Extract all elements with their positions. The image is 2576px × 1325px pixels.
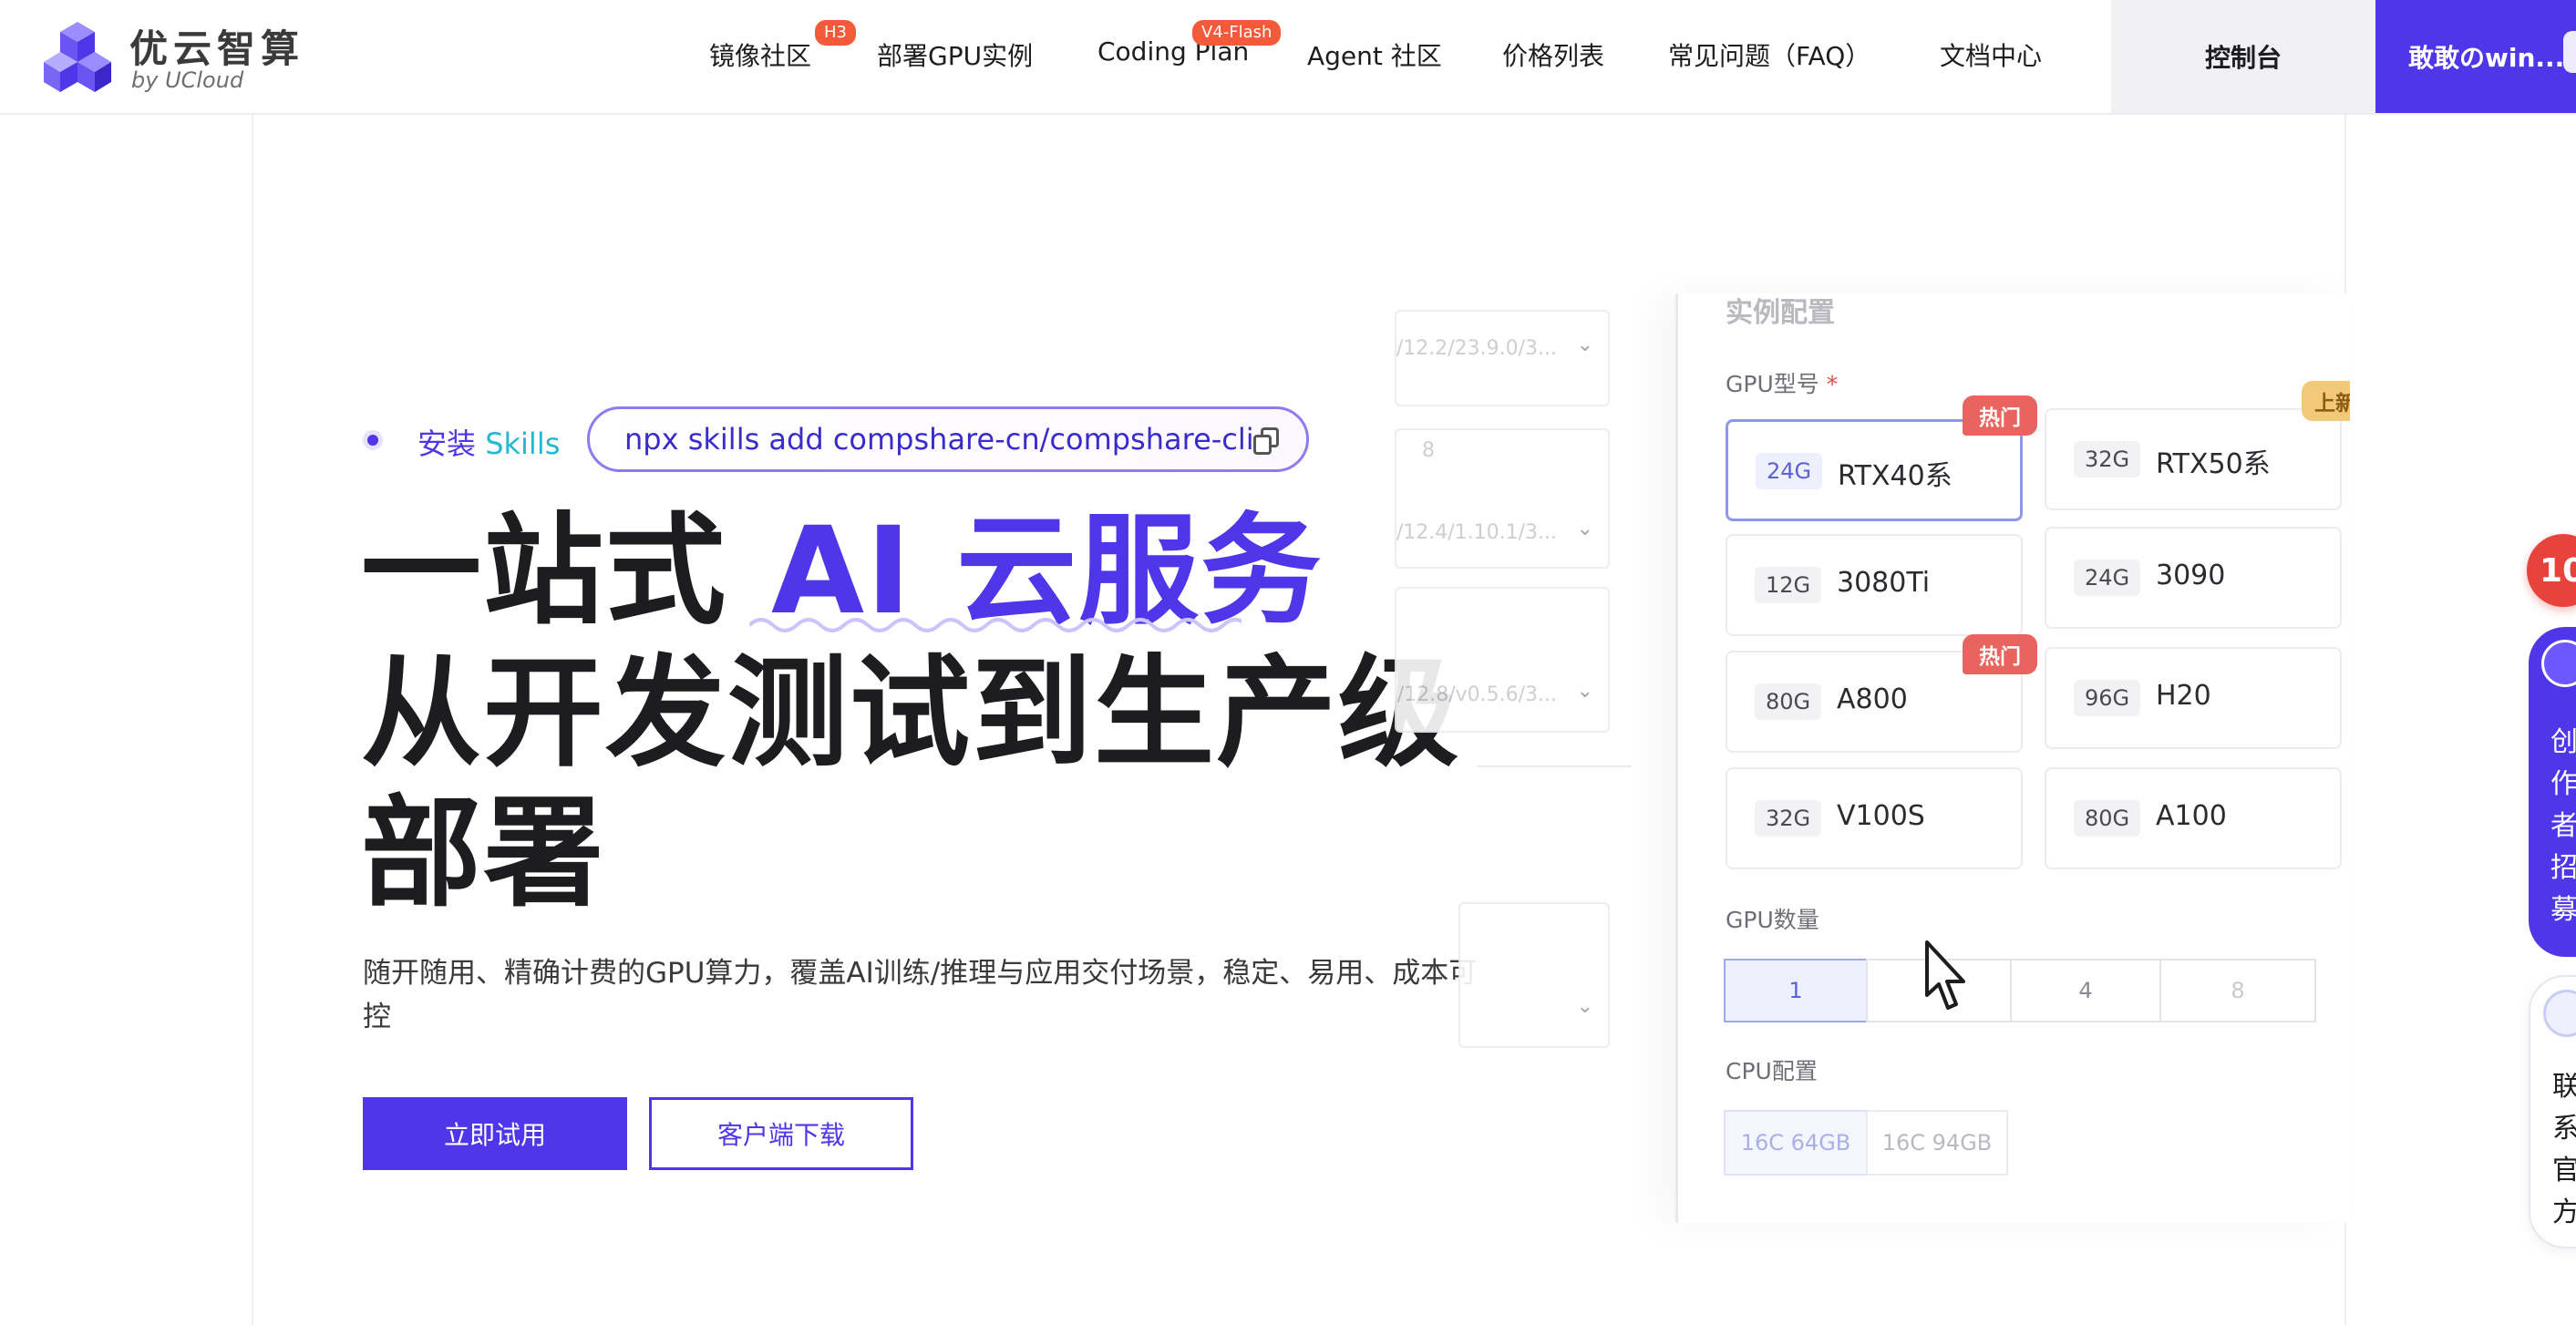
contact-icon (2543, 990, 2576, 1037)
try-now-button[interactable]: 立即试用 (363, 1097, 627, 1170)
gpu-mem: 96G (2074, 680, 2141, 716)
mouse-cursor-icon (1925, 940, 1965, 1010)
install-prefix: 安装 (417, 426, 486, 461)
instance-config-panel: 实例配置 GPU型号 * 24G RTX40系 热门 32G RTX50系 上新… (1675, 293, 2350, 1223)
brand-subtitle: by UCloud (131, 67, 244, 93)
nav-item-agent-community[interactable]: Agent 社区 (1307, 36, 1442, 73)
gpu-mem: 24G (2074, 560, 2141, 596)
install-skills-row: 安装 Skills npx skills add compshare-cn/co… (363, 406, 1311, 472)
gpu-name: A100 (2156, 800, 2227, 832)
gpu-model-label: GPU型号 * (1726, 366, 1838, 399)
gpu-card-a100[interactable]: 80G A100 (2045, 767, 2342, 869)
hot-badge: 热门 (1963, 634, 2037, 674)
user-name: 敢敢のwin... (2408, 43, 2565, 73)
ghost-select-2: 8 /12.4/1.10.1/3... ⌄ (1395, 428, 1610, 569)
status-dot-icon (363, 430, 383, 450)
ghost-stub-top: 8 (1422, 439, 1435, 462)
gpu-model-label-text: GPU型号 (1726, 371, 1819, 397)
content-frame-left (252, 115, 253, 1325)
skills-word: Skills (485, 426, 561, 461)
ghost-select-4: ⌄ (1458, 902, 1610, 1048)
nav-badge-h3: H3 (815, 20, 856, 46)
gpu-name: RTX50系 (2156, 448, 2271, 480)
chevron-down-icon: ⌄ (1576, 995, 1593, 1018)
required-mark: * (1826, 371, 1839, 397)
gpu-card-3080ti[interactable]: 12G 3080Ti (1726, 534, 2023, 636)
floating-promo-badge[interactable]: 10 (2527, 534, 2576, 607)
copy-icon[interactable] (1253, 427, 1281, 455)
gpu-name: 3090 (2156, 560, 2226, 591)
user-menu-button[interactable]: 敢敢のwin... (2375, 0, 2576, 113)
brand-logo[interactable]: 优云智算 by UCloud (44, 16, 308, 98)
gpu-card-v100s[interactable]: 32G V100S (1726, 767, 2023, 869)
gpu-mem: 32G (1755, 800, 1822, 837)
new-badge: 上新 (2302, 381, 2350, 421)
gpu-name: V100S (1837, 800, 1925, 832)
gpu-name: A800 (1837, 683, 1908, 715)
gpu-mem: 24G (1756, 453, 1823, 489)
nav-item-mirror-community[interactable]: 镜像社区 (709, 36, 811, 73)
install-command-pill[interactable]: npx skills add compshare-cn/compshare-cl… (587, 406, 1309, 472)
contact-official-widget[interactable]: 联系官方 (2529, 975, 2576, 1248)
chevron-down-icon: ⌄ (1576, 518, 1593, 540)
gpu-card-h20[interactable]: 96G H20 (2045, 647, 2342, 749)
ghost-select-3: /12.8/v0.5.6/3... ⌄ (1395, 587, 1610, 733)
hero-title-plain: 一站式 (361, 501, 771, 642)
chevron-down-icon: ⌄ (1576, 680, 1593, 703)
gpu-card-3090[interactable]: 24G 3090 (2045, 527, 2342, 629)
gpu-card-rtx50[interactable]: 32G RTX50系 (2045, 408, 2342, 510)
nav-item-deploy-gpu[interactable]: 部署GPU实例 (877, 36, 1033, 73)
nav-item-pricing[interactable]: 价格列表 (1502, 36, 1604, 73)
creator-recruit-text: 创作者招募 (2550, 726, 2576, 926)
install-skills-label: 安装 Skills (417, 421, 560, 463)
gpu-count-option-4[interactable]: 4 (2010, 959, 2161, 1022)
cpu-config-label: CPU配置 (1726, 1058, 1818, 1084)
cpu-option-16c-64gb[interactable]: 16C 64GB (1724, 1110, 1868, 1176)
accent-underline (749, 618, 1242, 632)
hero-title-line-3: 部署 (361, 784, 605, 924)
client-download-button[interactable]: 客户端下载 (649, 1097, 913, 1170)
ghost-select-3-value: /12.8/v0.5.6/3... (1396, 683, 1557, 706)
gpu-mem: 80G (2074, 800, 2141, 837)
brand-name: 优云智算 (129, 26, 305, 71)
gpu-mem: 32G (2074, 441, 2141, 478)
chevron-down-icon: ⌄ (1576, 334, 1593, 356)
ghost-select-2-value: /12.4/1.10.1/3... (1396, 521, 1557, 544)
ghost-divider (1477, 765, 1632, 767)
nav-badge-v4-flash: V4-Flash (1192, 20, 1282, 46)
ghost-select-1: /12.2/23.9.0/3... ⌄ (1395, 310, 1610, 406)
gpu-name: H20 (2156, 680, 2211, 712)
top-nav-bar: 优云智算 by UCloud 镜像社区 H3 部署GPU实例 Coding Pl… (0, 0, 2576, 115)
creator-recruit-widget[interactable]: 创作者招募 (2529, 627, 2576, 957)
gpu-name: 3080Ti (1837, 567, 1931, 599)
console-button[interactable]: 控制台 (2111, 0, 2375, 113)
cube-logo-icon (44, 22, 111, 92)
gpu-count-label: GPU数量 (1726, 907, 1819, 933)
gpu-count-option-8[interactable]: 8 (2159, 959, 2316, 1022)
user-avatar-icon (2563, 31, 2576, 73)
panel-title: 实例配置 (1726, 297, 1835, 329)
cpu-option-16c-94gb[interactable]: 16C 94GB (1866, 1110, 2008, 1176)
ghost-select-1-value: /12.2/23.9.0/3... (1396, 337, 1557, 360)
gpu-name: RTX40系 (1838, 460, 1953, 492)
contact-official-text: 联系官方 (2552, 1071, 2576, 1228)
install-command-text: npx skills add compshare-cn/compshare-cl… (624, 422, 1254, 457)
nav-item-faq[interactable]: 常见问题（FAQ） (1668, 36, 1870, 73)
hot-badge: 热门 (1963, 395, 2037, 436)
gpu-mem: 80G (1755, 683, 1822, 720)
gpu-count-option-1[interactable]: 1 (1724, 959, 1868, 1022)
hero-title-line-2: 从开发测试到生产级 (361, 643, 1460, 784)
gpu-mem: 12G (1755, 567, 1822, 603)
hero-subtitle: 随开随用、精确计费的GPU算力，覆盖AI训练/推理与应用交付场景，稳定、易用、成… (363, 957, 1478, 1033)
creator-icon (2541, 640, 2576, 687)
nav-item-docs[interactable]: 文档中心 (1940, 36, 2042, 73)
